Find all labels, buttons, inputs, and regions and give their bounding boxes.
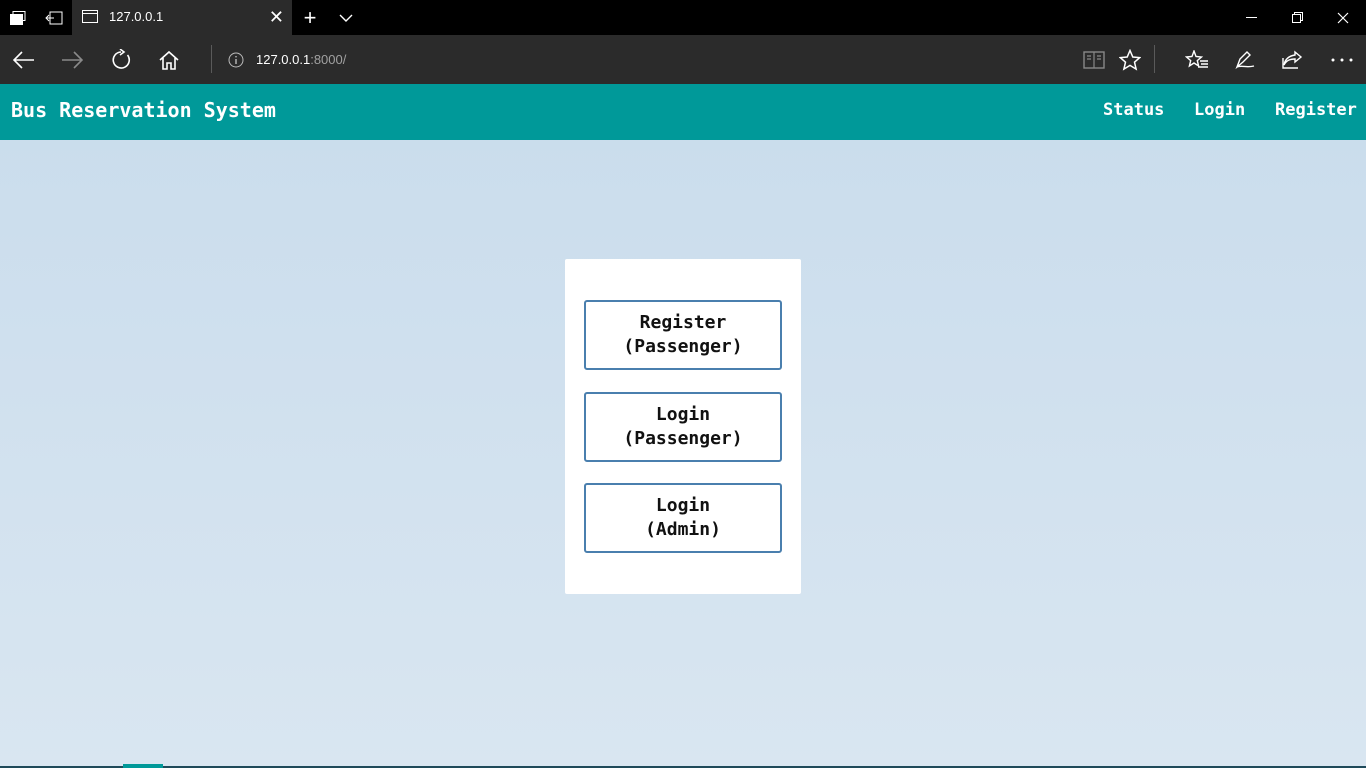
button-line2: (Passenger) xyxy=(623,428,743,449)
nav-status-link[interactable]: Status xyxy=(1103,100,1164,120)
nav-register-link[interactable]: Register xyxy=(1275,100,1357,120)
button-line2: (Admin) xyxy=(645,519,721,540)
nav-login-link[interactable]: Login xyxy=(1194,100,1245,120)
address-port-path: :8000/ xyxy=(310,52,347,67)
chevron-down-icon[interactable] xyxy=(332,0,360,35)
options-card: Register (Passenger) Login (Passenger) L… xyxy=(565,259,801,594)
share-icon[interactable] xyxy=(1268,35,1316,84)
minimize-icon[interactable] xyxy=(1228,0,1274,35)
more-options-icon[interactable] xyxy=(1318,35,1366,84)
login-passenger-button[interactable]: Login (Passenger) xyxy=(584,392,782,462)
forward-icon[interactable] xyxy=(48,35,96,84)
address-host: 127.0.0.1 xyxy=(256,52,311,67)
browser-toolbar: 127.0.0.1:8000/ xyxy=(0,35,1366,84)
favorites-hub-icon[interactable] xyxy=(1173,35,1221,84)
register-passenger-button[interactable]: Register (Passenger) xyxy=(584,300,782,370)
taskbar-indicator xyxy=(123,764,163,768)
home-icon[interactable] xyxy=(145,35,193,84)
restore-icon[interactable] xyxy=(1274,0,1320,35)
page-content: Bus Reservation System Status Login Regi… xyxy=(0,84,1366,768)
favorite-star-icon[interactable] xyxy=(1106,35,1154,84)
notes-pen-icon[interactable] xyxy=(1221,35,1269,84)
refresh-icon[interactable] xyxy=(97,35,145,84)
close-window-icon[interactable] xyxy=(1320,0,1366,35)
new-tab-icon[interactable]: + xyxy=(296,0,324,35)
button-line1: Login xyxy=(655,404,711,425)
toolbar-divider-2 xyxy=(1154,45,1155,73)
address-bar[interactable]: 127.0.0.1:8000/ xyxy=(256,52,346,67)
button-line1: Register xyxy=(639,312,727,333)
button-line1: Login xyxy=(655,495,711,516)
set-aside-tabs-icon[interactable] xyxy=(36,0,72,35)
browser-tab-bar: 127.0.0.1 ✕ + xyxy=(0,0,1366,35)
tab-active[interactable]: 127.0.0.1 ✕ xyxy=(72,0,292,35)
toolbar-divider xyxy=(211,45,212,73)
tab-title: 127.0.0.1 xyxy=(109,9,164,24)
button-line2: (Passenger) xyxy=(623,336,743,357)
app-header: Bus Reservation System Status Login Regi… xyxy=(0,84,1366,140)
page-favicon-icon xyxy=(82,10,98,23)
back-icon[interactable] xyxy=(0,35,48,84)
login-admin-button[interactable]: Login (Admin) xyxy=(584,483,782,553)
site-info-icon[interactable] xyxy=(222,35,250,84)
brand-title[interactable]: Bus Reservation System xyxy=(11,98,276,122)
close-tab-icon[interactable]: ✕ xyxy=(269,6,284,28)
tab-manager-icon[interactable] xyxy=(0,0,36,35)
